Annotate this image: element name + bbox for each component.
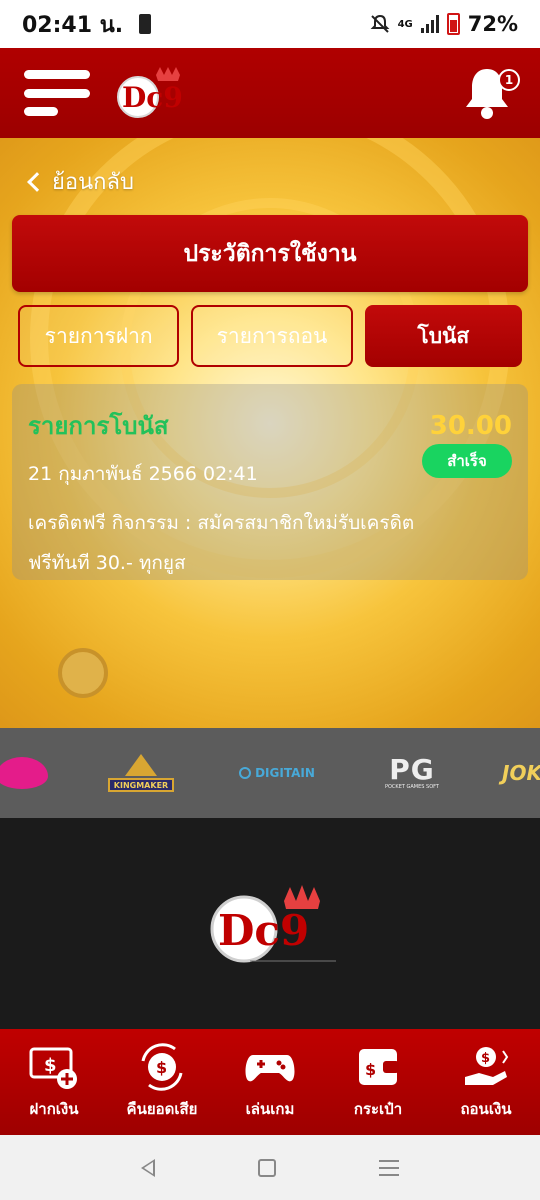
status-time: 02:41 น. bbox=[22, 12, 124, 38]
status-right: 4G 72% bbox=[370, 12, 518, 36]
pg-subtext: POCKET GAMES SOFT bbox=[384, 784, 439, 790]
notification-badge: 1 bbox=[498, 69, 520, 91]
provider-joker-logo: JOK bbox=[502, 761, 540, 785]
provider-pg-logo: PG POCKET GAMES SOFT bbox=[380, 728, 444, 818]
svg-text:$: $ bbox=[44, 1055, 57, 1076]
footer-logo-text: Dc9 bbox=[218, 906, 309, 955]
wallet-icon: $ bbox=[359, 1049, 399, 1085]
bottom-nav: $ ฝากเงิน $ คืนยอดเสีย เล่นเกม $ กระเป๋า bbox=[0, 1029, 540, 1135]
mute-icon bbox=[370, 14, 389, 33]
gamepad-icon bbox=[245, 1055, 295, 1082]
notification-bell[interactable]: 1 bbox=[460, 65, 520, 121]
nav-wallet-label: กระเป๋า bbox=[353, 1100, 403, 1118]
nav-play-game-label: เล่นเกม bbox=[245, 1100, 295, 1118]
nav-withdraw-label: ถอนเงิน bbox=[460, 1100, 512, 1118]
transaction-card: รายการโบนัส 30.00 สำเร็จ 21 กุมภาพันธ์ 2… bbox=[12, 384, 528, 580]
nav-cashback[interactable]: $ คืนยอดเสีย bbox=[108, 1029, 216, 1135]
back-label: ย้อนกลับ bbox=[52, 170, 134, 195]
nav-wallet[interactable]: $ กระเป๋า bbox=[324, 1029, 432, 1135]
digitain-icon bbox=[239, 767, 252, 779]
lips-icon bbox=[0, 757, 48, 789]
main-content: ย้อนกลับ ประวัติการใช้งาน รายการฝาก รายก… bbox=[0, 138, 540, 818]
provider-strip: KINGMAKER DIGITAIN PG POCKET GAMES SOFT … bbox=[0, 728, 540, 818]
svg-text:$: $ bbox=[481, 1051, 490, 1066]
app-header: Dc9 1 bbox=[0, 48, 540, 138]
tab-deposit[interactable]: รายการฝาก bbox=[18, 305, 180, 367]
provider-digitain-logo: DIGITAIN bbox=[232, 728, 322, 818]
battery-saver-icon bbox=[139, 14, 152, 34]
battery-level: 72% bbox=[467, 12, 518, 36]
nav-deposit-label: ฝากเงิน bbox=[29, 1100, 79, 1118]
digitain-text: DIGITAIN bbox=[255, 766, 315, 780]
page-title: ประวัติการใช้งาน bbox=[12, 215, 528, 292]
svg-text:$: $ bbox=[156, 1058, 167, 1077]
nav-deposit[interactable]: $ ฝากเงิน bbox=[0, 1029, 108, 1135]
signal-icon bbox=[420, 15, 439, 33]
transaction-amount: 30.00 bbox=[429, 410, 512, 441]
nav-play-game[interactable]: เล่นเกม bbox=[216, 1029, 324, 1135]
logo[interactable]: Dc9 bbox=[108, 65, 188, 121]
back-nav-icon[interactable] bbox=[141, 1158, 156, 1177]
nav-withdraw[interactable]: $ ถอนเงิน bbox=[432, 1029, 540, 1135]
background-coin bbox=[58, 648, 108, 698]
home-nav-icon[interactable] bbox=[257, 1158, 276, 1177]
menu-icon[interactable] bbox=[24, 70, 90, 116]
network-type: 4G bbox=[397, 18, 413, 30]
withdraw-icon: $ bbox=[465, 1047, 509, 1085]
status-bar: 02:41 น. 4G 72% bbox=[0, 0, 540, 48]
logo-text: Dc9 bbox=[122, 81, 183, 114]
svg-text:$: $ bbox=[365, 1060, 376, 1079]
recents-nav-icon[interactable] bbox=[378, 1159, 399, 1176]
history-tabs: รายการฝาก รายการถอน โบนัส bbox=[18, 305, 522, 367]
system-nav-bar bbox=[0, 1135, 540, 1200]
deposit-icon: $ bbox=[29, 1047, 77, 1089]
tab-withdraw[interactable]: รายการถอน bbox=[191, 305, 353, 367]
provider-kingmaker-logo: KINGMAKER bbox=[106, 728, 176, 818]
provider-sexy-logo bbox=[0, 728, 50, 818]
footer: Dc9 bbox=[0, 818, 540, 1029]
nav-cashback-label: คืนยอดเสีย bbox=[126, 1100, 198, 1118]
cashback-icon: $ bbox=[141, 1043, 183, 1091]
back-button[interactable]: ย้อนกลับ bbox=[26, 164, 134, 199]
status-badge: สำเร็จ bbox=[422, 444, 512, 478]
transaction-description: เครดิตฟรี กิจกรรม : สมัครสมาชิกใหม่รับเค… bbox=[28, 512, 415, 574]
chevron-left-icon bbox=[27, 171, 47, 192]
footer-logo: Dc9 bbox=[210, 884, 336, 962]
tab-bonus[interactable]: โบนัส bbox=[364, 305, 522, 367]
battery-icon bbox=[446, 13, 460, 35]
pg-text: PG bbox=[389, 753, 435, 786]
kingmaker-text: KINGMAKER bbox=[108, 778, 174, 792]
crown-icon bbox=[125, 754, 157, 776]
transaction-type: รายการโบนัส bbox=[28, 412, 169, 440]
